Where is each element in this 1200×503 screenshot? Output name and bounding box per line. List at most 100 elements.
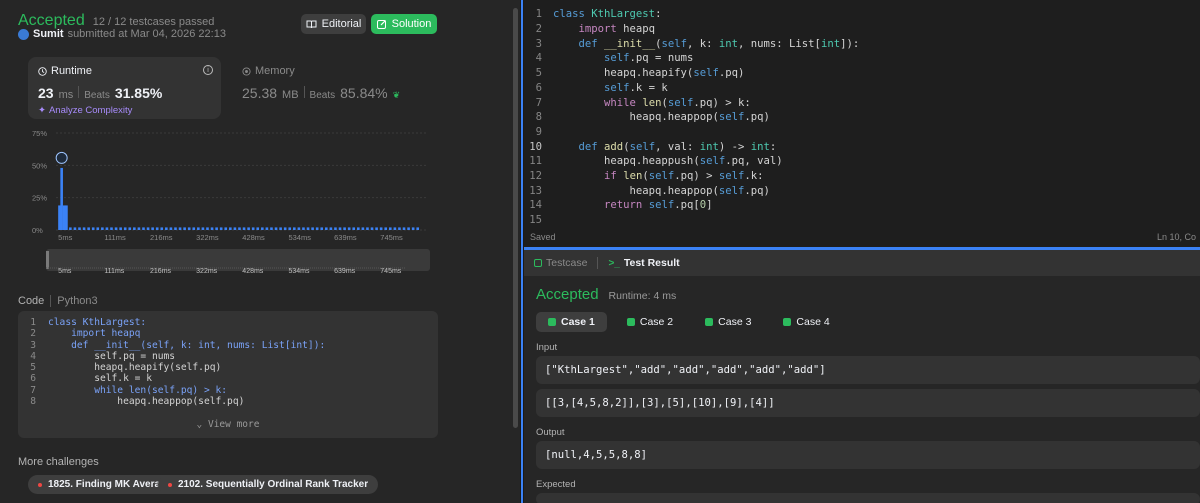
case-tabs: Case 1 Case 2 Case 3 Case 4 — [536, 312, 842, 332]
chart-bar-baseline — [315, 227, 319, 230]
chart-bar-baseline — [352, 227, 356, 230]
user-marker-icon — [55, 151, 68, 164]
input-value-box[interactable]: [[3,[4,5,8,2]],[3],[5],[10],[9],[4]] — [536, 389, 1200, 417]
editorial-button[interactable]: Editorial — [301, 14, 366, 34]
analyze-complexity-link[interactable]: ✦ Analyze Complexity — [38, 105, 211, 116]
input-value-box[interactable]: ["KthLargest","add","add","add","add","a… — [536, 356, 1200, 384]
output-label: Output — [536, 427, 565, 438]
submitter-name[interactable]: Sumit — [33, 28, 64, 40]
difficulty-dot — [168, 482, 172, 487]
x-tick-label: 216ms — [150, 233, 173, 242]
chart-bar-baseline — [82, 227, 86, 230]
chart-bar-baseline — [142, 227, 145, 230]
chevron-down-icon: ⌄ — [196, 419, 203, 430]
tab-testcase[interactable]: Testcase — [534, 257, 587, 269]
input-label: Input — [536, 342, 558, 353]
memory-card[interactable]: Memory 25.38 MB Beats 85.84% ❦ — [232, 57, 432, 119]
y-tick-label: 25% — [32, 194, 47, 203]
editor-line[interactable]: 1 class KthLargest: — [524, 7, 662, 22]
memory-beats-label: Beats — [309, 90, 336, 101]
editor-line[interactable]: 2 import heapq — [524, 22, 655, 37]
chart-bar-baseline — [133, 227, 136, 230]
chart-bar-baseline — [123, 227, 127, 230]
runtime-unit: ms — [58, 89, 74, 101]
chart-bar-baseline — [366, 227, 369, 230]
chart-bar-baseline — [151, 227, 154, 230]
chart-bar-baseline — [393, 227, 397, 230]
case-tab[interactable]: Case 3 — [693, 312, 763, 332]
line-number: 8 — [535, 111, 542, 124]
editor-line[interactable]: 3 def __init__(self, k: int, nums: List[… — [524, 36, 860, 51]
runtime-card[interactable]: Runtime i 23 ms Beats 31.85% ✦ Analyze C… — [28, 57, 221, 119]
case-label: Case 3 — [718, 316, 752, 328]
editor-line[interactable]: 12 if len(self .pq) > self .k: — [524, 169, 763, 184]
chart-bar-baseline — [334, 227, 337, 230]
chart-bar-baseline — [247, 227, 250, 230]
chart-bar-baseline — [137, 227, 141, 230]
scrollbar[interactable] — [511, 0, 520, 503]
range-tick-label: 534ms — [288, 268, 310, 275]
code-text: heapq.heappop(self.pq) — [48, 396, 245, 408]
editor-line[interactable]: 4 self .pq = nums — [524, 51, 694, 66]
case-tab[interactable]: Case 4 — [771, 312, 841, 332]
line-number: 2 — [30, 328, 36, 340]
terminal-icon: >_ — [608, 257, 620, 269]
editor-line[interactable]: 7 while len(self .pq) > k: — [524, 95, 751, 110]
app-root: Accepted 12 / 12 testcases passed Sumit … — [0, 0, 1200, 503]
chart-bar-baseline — [110, 227, 113, 230]
line-number: 11 — [529, 155, 542, 168]
check-icon — [548, 318, 556, 326]
code-line: 7 while len(self.pq) > k: — [18, 385, 438, 396]
chart-bar-baseline — [329, 227, 333, 230]
solution-button[interactable]: Solution — [371, 14, 437, 34]
chart-bar-baseline — [389, 227, 392, 230]
challenge-chip[interactable]: 2102. Sequentially Ordinal Rank Tracker — [158, 475, 379, 494]
chart-bar-baseline — [174, 227, 177, 230]
chart-bar-baseline — [270, 227, 273, 230]
chart-bar-baseline — [206, 227, 209, 230]
output-value-box[interactable]: [null,4,5,5,8,8] — [536, 441, 1200, 469]
chart-bar-baseline — [338, 227, 342, 230]
chart-bar-baseline — [155, 227, 159, 230]
code-line: 2 import heapq — [18, 328, 438, 339]
case-tab[interactable]: Case 2 — [615, 312, 685, 332]
editor-line[interactable]: 9 — [524, 125, 553, 140]
chart-bar-baseline — [119, 227, 122, 230]
y-tick-label: 50% — [32, 161, 47, 170]
info-icon[interactable]: i — [203, 65, 213, 75]
range-tick-label: 322ms — [196, 268, 218, 275]
editor-line[interactable]: 11 heapq.heappush(self .pq, val) — [524, 154, 782, 169]
editor-line[interactable]: 10 def add(self, val: int) -> int: — [524, 139, 776, 154]
tab-test-result[interactable]: >_ Test Result — [608, 257, 679, 269]
result-status: Accepted — [536, 286, 599, 303]
editor-line[interactable]: 5 heapq.heapify(self .pq) — [524, 66, 745, 81]
runtime-distribution-chart[interactable]: 75% 50% 25% 0% 5ms 111ms 216ms 322ms 428ms 534ms 6… — [26, 125, 436, 275]
editor-line[interactable]: 6 self .k = k — [524, 81, 668, 96]
chart-bar-baseline — [178, 227, 182, 230]
line-number: 1 — [30, 317, 36, 328]
editor-line[interactable]: 14 return self .pq[0] — [524, 198, 712, 213]
chart-bar-baseline — [370, 227, 374, 230]
chart-bar-baseline — [347, 227, 351, 230]
x-tick-label: 745ms — [380, 233, 403, 242]
line-number: 14 — [529, 199, 542, 212]
submitted-code[interactable]: 1 class KthLargest: 2 import heapq 3 def __… — [18, 311, 438, 438]
line-number: 3 — [535, 37, 542, 50]
chart-bar-baseline — [96, 227, 100, 230]
chart-bar-baseline — [242, 227, 246, 230]
editor-line[interactable]: 15 — [524, 213, 553, 228]
editor-line[interactable]: 8 heapq.heappop(self .pq) — [524, 110, 770, 125]
editor-line[interactable]: 13 heapq.heappop(self .pq) — [524, 183, 770, 198]
avatar[interactable] — [18, 28, 29, 40]
chart-bar-baseline — [187, 227, 191, 230]
case-tab[interactable]: Case 1 — [536, 312, 607, 332]
challenge-title: 1825. Finding MK Average — [48, 479, 172, 490]
line-number: 1 — [535, 8, 542, 21]
memory-value: 25.38 — [242, 85, 278, 101]
code-line: 3 def __init__(self, k: int, nums: List[… — [18, 340, 438, 351]
code-editor[interactable]: 1 class KthLargest: 2 import heapq 3 def … — [524, 0, 1200, 247]
expected-value-box[interactable] — [536, 493, 1200, 503]
scrollbar-thumb[interactable] — [513, 8, 518, 428]
view-more-button[interactable]: ⌄ View more — [18, 419, 438, 430]
chart-bar-baseline — [114, 227, 118, 230]
